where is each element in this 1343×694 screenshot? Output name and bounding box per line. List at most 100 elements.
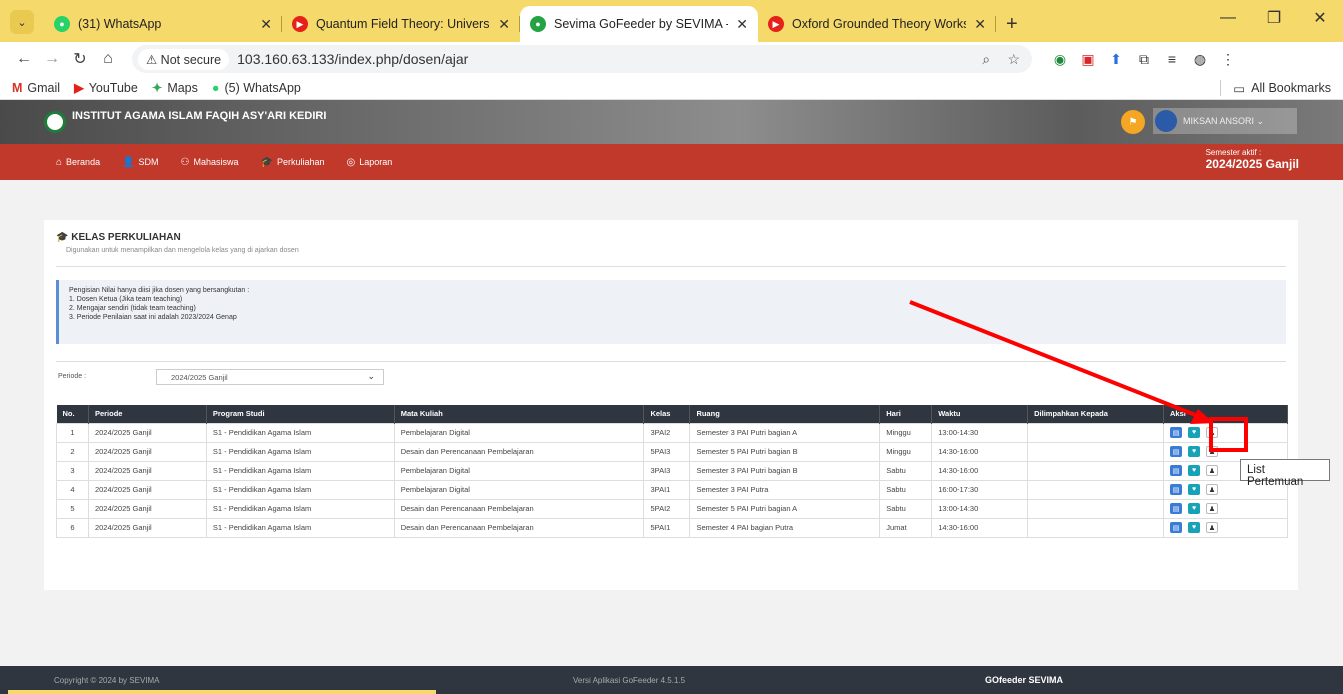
reading-list-icon[interactable]: ≡ [1158,51,1186,67]
column-header: Program Studi [206,405,395,423]
nav-item-laporan[interactable]: ◎ Laporan [347,157,393,168]
list-pertemuan-button[interactable]: ♥ [1188,522,1201,533]
bookmark-icon: M [12,80,23,95]
periode-select[interactable]: 2024/2025 Ganjil ⌄ [156,369,384,385]
nav-icon: 👤 [122,156,135,168]
browser-tab-2[interactable]: ▶ Quantum Field Theory: Universi ✕ [282,6,520,42]
dosen-pengajar-button[interactable]: ♟ [1206,484,1219,495]
minimize-icon[interactable]: — [1205,0,1251,36]
app-footer: Copyright © 2024 by SEVIMA Versi Aplikas… [0,666,1343,694]
table-cell: 3 [56,460,89,481]
address-bar[interactable]: ⚠ Not secure 103.160.63.133/index.php/do… [132,45,1032,73]
profile-avatar-icon[interactable]: ◍ [1186,51,1214,68]
divider [56,361,1286,362]
tab-close-icon[interactable]: ✕ [260,16,272,33]
table-cell: 2024/2025 Ganjil [87,498,207,519]
detail-kelas-button[interactable]: ▤ [1170,465,1183,476]
dosen-pengajar-button[interactable]: ♟ [1206,427,1219,438]
not-secure-badge[interactable]: ⚠ Not secure [138,48,230,70]
reload-icon[interactable]: ↻ [66,49,94,69]
table-cell [1027,460,1165,481]
bookmark-gmail[interactable]: M Gmail [12,81,60,95]
extension-green-icon[interactable]: ◉ [1046,51,1074,68]
table-cell: Semester 3 PAI Putri bagian B [689,460,881,481]
table-cell: 4 [56,479,89,500]
list-pertemuan-button[interactable]: ♥ [1188,465,1201,476]
nav-item-perkuliahan[interactable]: 🎓 Perkuliahan [261,157,325,168]
dosen-pengajar-button[interactable]: ♟ [1206,446,1219,457]
table-cell: Minggu [879,422,933,443]
list-pertemuan-button[interactable]: ♥ [1188,446,1201,457]
table-cell: S1 - Pendidikan Agama Islam [205,498,395,519]
list-pertemuan-button[interactable]: ♥ [1188,484,1201,495]
tab-close-icon[interactable]: ✕ [498,16,510,33]
list-pertemuan-button[interactable]: ♥ [1188,427,1201,438]
table-cell: Desain dan Perencanaan Pembelajaran [393,441,645,462]
detail-kelas-button[interactable]: ▤ [1170,484,1183,495]
table-cell: 16:00-17:30 [931,479,1029,500]
table-row: 6 2024/2025 Ganjil S1 - Pendidikan Agama I… [56,517,1288,538]
dosen-pengajar-button[interactable]: ♟ [1206,522,1219,533]
back-icon[interactable]: ← [10,50,38,68]
note-line: Pengisian Nilai hanya diisi jika dosen y… [69,287,250,294]
detail-kelas-button[interactable]: ▤ [1170,427,1183,438]
user-menu[interactable]: MIKSAN ANSORI ⌄ [1153,108,1297,134]
detail-kelas-button[interactable]: ▤ [1170,503,1183,514]
url-text[interactable]: 103.160.63.133/index.php/dosen/ajar [237,51,968,67]
table-row: 4 2024/2025 Ganjil S1 - Pendidikan Agama I… [56,479,1288,500]
table-cell [1027,498,1165,519]
bookmark-star-icon[interactable]: ☆ [1007,51,1020,67]
browser-tab-bar: ⌄ ● (31) WhatsApp ✕ ▶ Quantum Field Theory: … [0,0,1343,42]
table-cell: Semester 5 PAI Putri bagian B [689,441,881,462]
nav-item-mahasiswa[interactable]: ⚇ Mahasiswa [181,157,239,168]
tab-close-icon[interactable]: ✕ [736,16,748,33]
page-subtitle: Digunakan untuk menampilkan dan mengelol… [66,247,299,254]
nav-item-sdm[interactable]: 👤 SDM [122,157,158,168]
detail-kelas-button[interactable]: ▤ [1170,522,1183,533]
bookmark--5-whatsapp[interactable]: ● (5) WhatsApp [212,81,301,95]
table-row: 3 2024/2025 Ganjil S1 - Pendidikan Agama I… [56,460,1288,481]
new-tab-button[interactable]: + [996,6,1018,42]
column-header: Dilimpahkan Kepada [1027,405,1165,423]
list-pertemuan-button[interactable]: ♥ [1188,503,1201,514]
extension-blue-icon[interactable]: ⬆ [1102,51,1130,68]
dosen-pengajar-button[interactable]: ♟ [1206,465,1219,476]
all-bookmarks[interactable]: ▭ All Bookmarks [1220,80,1331,96]
column-header: Ruang [689,405,881,423]
table-cell: Pembelajaran Digital [393,460,645,481]
action-cell: ▤ ♥ ♟ [1163,498,1288,519]
column-header: Periode [88,405,207,423]
table-cell: S1 - Pendidikan Agama Islam [205,479,395,500]
home-icon[interactable]: ⌂ [94,50,122,68]
window-controls: — ❐ ✕ [1205,0,1343,36]
tab-close-icon[interactable]: ✕ [974,16,986,33]
tab-search-chevron-icon[interactable]: ⌄ [10,10,34,34]
table-cell: Sabtu [879,498,933,519]
browser-menu-icon[interactable]: ⋮ [1214,51,1242,68]
extensions-puzzle-icon[interactable]: ⧉ [1130,51,1158,68]
table-cell: 2024/2025 Ganjil [87,479,207,500]
action-cell: ▤ ♥ ♟ [1163,422,1288,443]
table-cell: S1 - Pendidikan Agama Islam [205,441,395,462]
extension-red-icon[interactable]: ▣ [1074,51,1102,68]
detail-kelas-button[interactable]: ▤ [1170,446,1183,457]
table-cell: 14:30-16:00 [931,460,1029,481]
browser-tab-3[interactable]: ● Sevima GoFeeder by SEVIMA - ✕ [520,6,758,42]
table-cell [1027,441,1165,462]
restore-icon[interactable]: ❐ [1251,0,1297,36]
nav-icon: ⌂ [56,156,63,168]
dosen-pengajar-button[interactable]: ♟ [1206,503,1219,514]
bookmark-maps[interactable]: ✦ Maps [152,80,198,96]
bookmark-youtube[interactable]: ▶ YouTube [74,80,138,96]
notification-icon[interactable]: ⚑ [1121,110,1145,134]
table-cell [1027,517,1165,538]
close-window-icon[interactable]: ✕ [1297,0,1343,36]
forward-icon[interactable]: → [38,50,66,68]
zoom-icon[interactable]: ⌕ [982,51,990,67]
browser-tab-1[interactable]: ● (31) WhatsApp ✕ [44,6,282,42]
table-cell: Pembelajaran Digital [393,422,645,443]
institution-name: INSTITUT AGAMA ISLAM FAQIH ASY'ARI KEDIR… [72,110,327,122]
browser-tab-4[interactable]: ▶ Oxford Grounded Theory Works ✕ [758,6,996,42]
nav-item-beranda[interactable]: ⌂ Beranda [56,157,100,168]
avatar [1155,110,1177,132]
